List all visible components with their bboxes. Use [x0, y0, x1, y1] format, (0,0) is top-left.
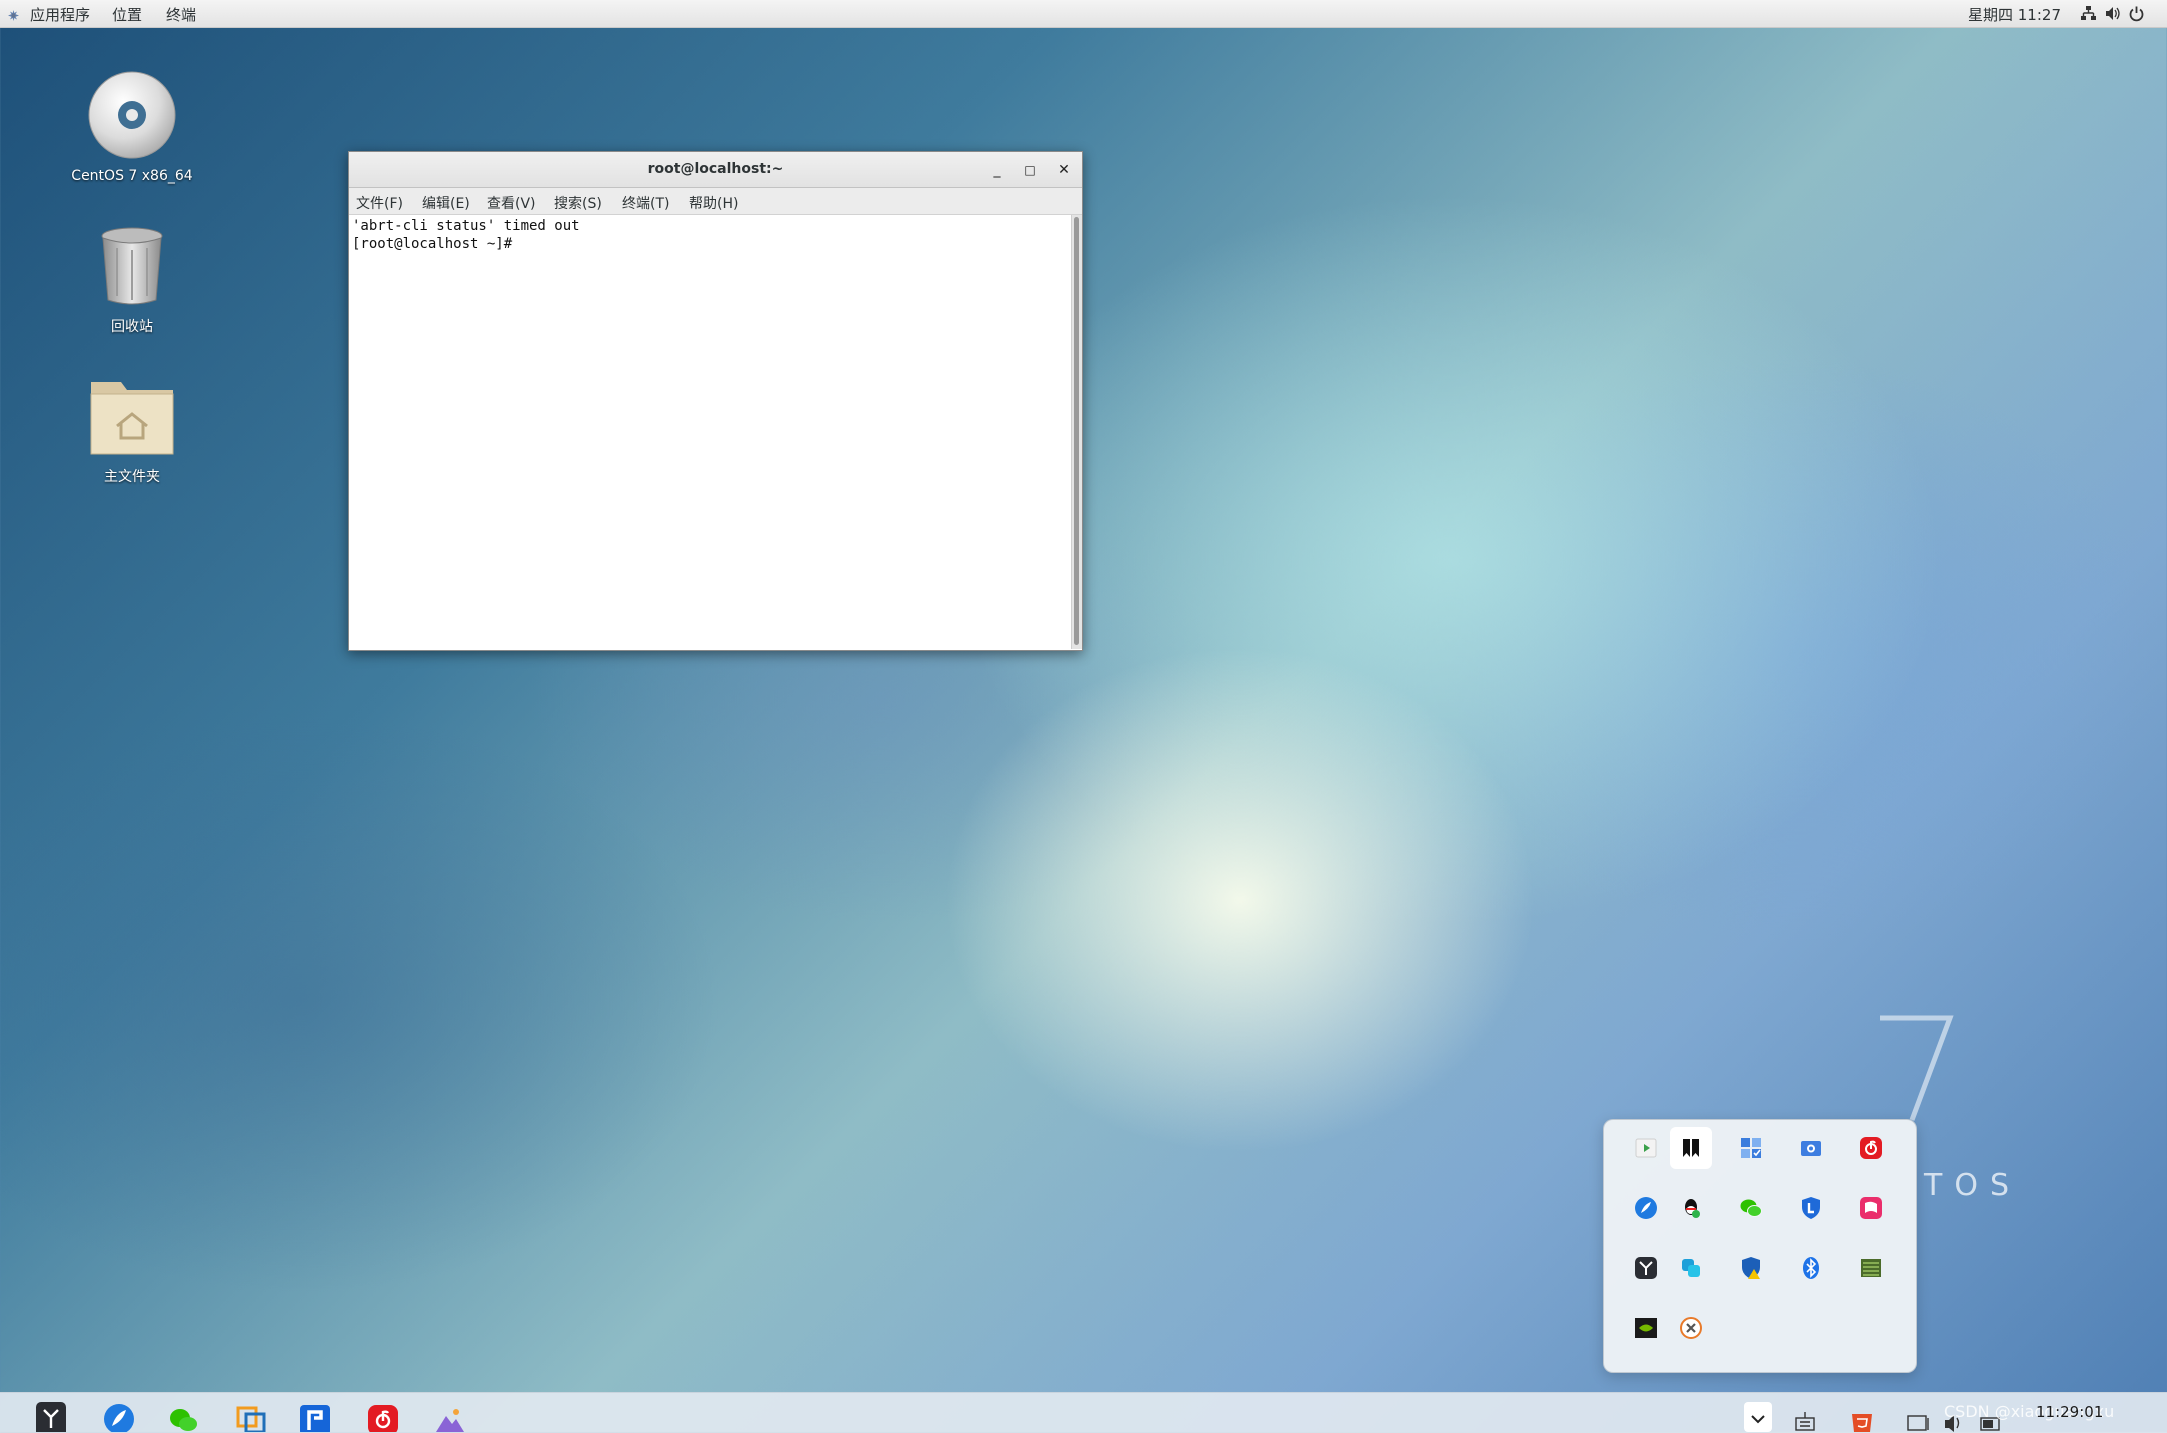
- dark-app-icon[interactable]: [1625, 1247, 1667, 1289]
- applications-icon: [8, 7, 19, 21]
- desktop-icon-cdrom[interactable]: CentOS 7 x86_64: [52, 70, 212, 184]
- dark-app-icon[interactable]: [36, 1402, 66, 1432]
- netease-music-icon[interactable]: [1850, 1127, 1892, 1169]
- feishu-icon[interactable]: [1625, 1187, 1667, 1229]
- power-icon[interactable]: [2128, 5, 2145, 22]
- task-board-icon[interactable]: [1730, 1127, 1772, 1169]
- top-panel: 应用程序 位置 终端 星期四 11:27: [0, 0, 2167, 28]
- wechat-icon[interactable]: [1730, 1187, 1772, 1229]
- terminal-scrollbar[interactable]: [1071, 215, 1082, 649]
- desktop-icon-label: 回收站: [111, 319, 153, 335]
- desktop-icon-label: CentOS 7 x86_64: [71, 168, 193, 184]
- scrollbar-thumb[interactable]: [1074, 217, 1079, 645]
- gpu-monitor-icon[interactable]: [1850, 1247, 1892, 1289]
- terminal-menubar: 文件(F) 编辑(E) 查看(V) 搜索(S) 终端(T) 帮助(H): [349, 188, 1082, 215]
- feishu-icon[interactable]: [104, 1402, 134, 1432]
- terminal-output[interactable]: 'abrt-cli status' timed out [root@localh…: [349, 215, 1069, 649]
- taskbar-clock[interactable]: 11:29:01: [2036, 1403, 2103, 1421]
- chevron-up-icon[interactable]: [1744, 1402, 1772, 1432]
- home-folder-icon: [89, 382, 175, 462]
- nvidia-icon[interactable]: [1625, 1307, 1667, 1349]
- media-player-icon[interactable]: [1625, 1127, 1667, 1169]
- desktop-icon-trash[interactable]: 回收站: [52, 226, 212, 336]
- cd-disc-icon: [87, 71, 177, 164]
- desktop-icon-label: 主文件夹: [104, 469, 160, 485]
- menu-terminal[interactable]: 终端: [166, 4, 196, 25]
- menu-file[interactable]: 文件(F): [356, 193, 403, 213]
- pink-app-icon[interactable]: [1850, 1187, 1892, 1229]
- desktop-icon-home[interactable]: 主文件夹: [52, 372, 212, 486]
- menu-search[interactable]: 搜索(S): [554, 193, 602, 213]
- menu-help[interactable]: 帮助(H): [689, 193, 738, 213]
- tray-overflow-popup: [1603, 1119, 1917, 1373]
- settings-x-icon[interactable]: [1670, 1307, 1712, 1349]
- window-title: root@localhost:~: [647, 161, 784, 177]
- menu-view[interactable]: 查看(V): [487, 193, 536, 213]
- wechat-icon[interactable]: [168, 1402, 198, 1432]
- volume-icon[interactable]: [2104, 5, 2121, 22]
- wallpaper-brand-text: TOS: [1924, 1168, 2021, 1203]
- terminal-window[interactable]: root@localhost:~ _ □ ✕ 文件(F) 编辑(E) 查看(V)…: [348, 151, 1083, 651]
- screenshot-icon[interactable]: [1790, 1127, 1832, 1169]
- vmware-icon[interactable]: [236, 1402, 266, 1432]
- blue-app-icon[interactable]: [300, 1402, 330, 1432]
- photos-icon[interactable]: [434, 1402, 464, 1432]
- panel-clock[interactable]: 星期四 11:27: [1968, 4, 2061, 25]
- menu-edit[interactable]: 编辑(E): [422, 193, 470, 213]
- network-icon[interactable]: [2080, 5, 2097, 22]
- teams-app-icon[interactable]: [1670, 1247, 1712, 1289]
- minimize-button[interactable]: _: [987, 160, 1007, 180]
- html-app-icon[interactable]: [1850, 1402, 1874, 1432]
- display-icon[interactable]: [1906, 1402, 1932, 1432]
- security-shield-icon[interactable]: [1790, 1187, 1832, 1229]
- centos-seven-logo: [1868, 1012, 1958, 1122]
- menu-applications[interactable]: 应用程序: [30, 4, 90, 25]
- netease-music-icon[interactable]: [368, 1402, 398, 1432]
- terminal-prompt: [root@localhost ~]#: [352, 236, 513, 252]
- bluetooth-icon[interactable]: [1790, 1247, 1832, 1289]
- maximize-button[interactable]: □: [1020, 160, 1040, 180]
- input-method-icon[interactable]: [1794, 1402, 1816, 1432]
- terminal-line: 'abrt-cli status' timed out: [352, 218, 580, 234]
- trash-icon: [97, 227, 167, 312]
- close-button[interactable]: ✕: [1054, 160, 1074, 180]
- menu-places[interactable]: 位置: [112, 4, 142, 25]
- qq-icon[interactable]: [1670, 1187, 1712, 1229]
- bookmark-app-icon[interactable]: [1670, 1127, 1712, 1169]
- window-titlebar[interactable]: root@localhost:~ _ □ ✕: [349, 152, 1082, 188]
- defender-warning-icon[interactable]: [1730, 1247, 1772, 1289]
- menu-terminal[interactable]: 终端(T): [622, 193, 669, 213]
